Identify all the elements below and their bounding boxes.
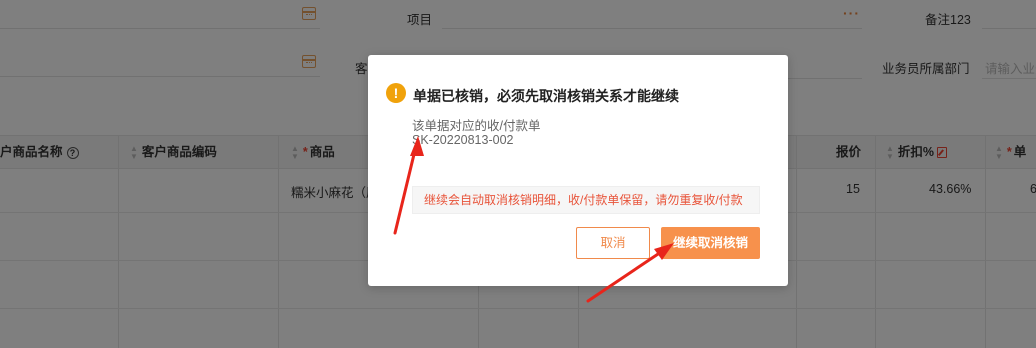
dialog-doc-number[interactable]: SK-20220813-002 (412, 133, 513, 147)
cancel-button[interactable]: 取消 (576, 227, 650, 259)
dialog-title: 单据已核销，必须先取消核销关系才能继续 (413, 88, 679, 104)
dialog-warning-message: 继续会自动取消核销明细，收/付款单保留，请勿重复收/付款 (412, 186, 760, 214)
warning-icon: ! (386, 83, 406, 103)
confirm-dialog: ! 单据已核销，必须先取消核销关系才能继续 该单据对应的收/付款单 SK-202… (368, 55, 788, 286)
continue-cancel-writeoff-button[interactable]: 继续取消核销 (661, 227, 760, 259)
dialog-subtitle: 该单据对应的收/付款单 (412, 119, 541, 133)
sales-order-page: 项目 ··· 备注123 客 业务员所属部门 请输入业务 户商品名称? ▲▼客户… (0, 0, 1036, 348)
